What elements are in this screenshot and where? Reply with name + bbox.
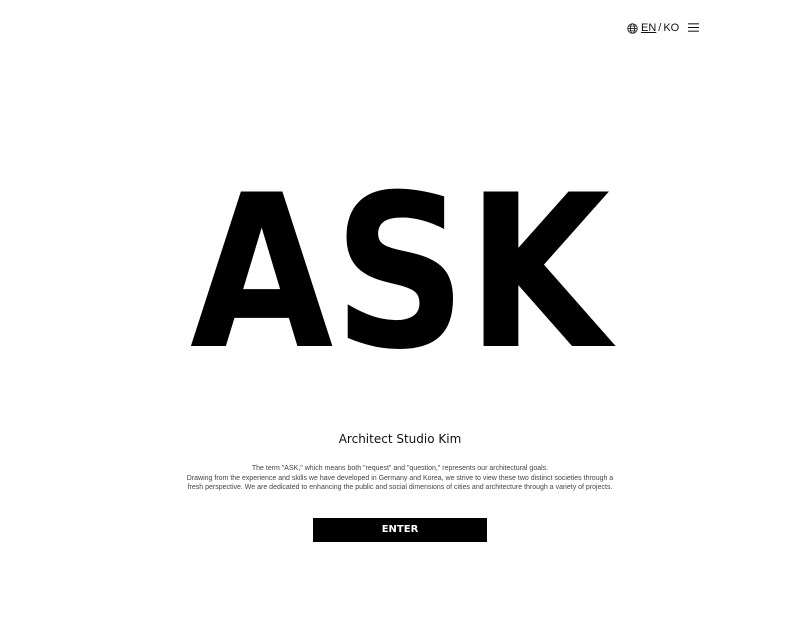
language-switcher: EN / KO <box>627 21 679 35</box>
description-line: The term "ASK," which means both "reques… <box>251 465 549 472</box>
language-option-ko[interactable]: KO <box>663 21 679 35</box>
description-line: Drawing from the experience and skills w… <box>186 474 614 482</box>
hero-title: ASK <box>190 168 616 358</box>
top-bar: EN / KO <box>0 18 800 38</box>
studio-description: The term "ASK," which means both "reques… <box>150 464 650 493</box>
hamburger-menu-icon[interactable] <box>688 22 699 33</box>
studio-name: Architect Studio Kim <box>338 432 462 446</box>
language-separator: / <box>658 22 662 34</box>
globe-icon <box>627 22 638 34</box>
enter-button[interactable]: ENTER <box>313 518 487 542</box>
language-option-en[interactable]: EN <box>641 21 656 35</box>
landing-page: EN / KO ASK Architect Studio Kim The ter… <box>0 0 800 633</box>
hero-logo-wordmark: ASK <box>0 168 800 358</box>
description-line: fresh perspective. We are dedicated to e… <box>187 484 613 491</box>
